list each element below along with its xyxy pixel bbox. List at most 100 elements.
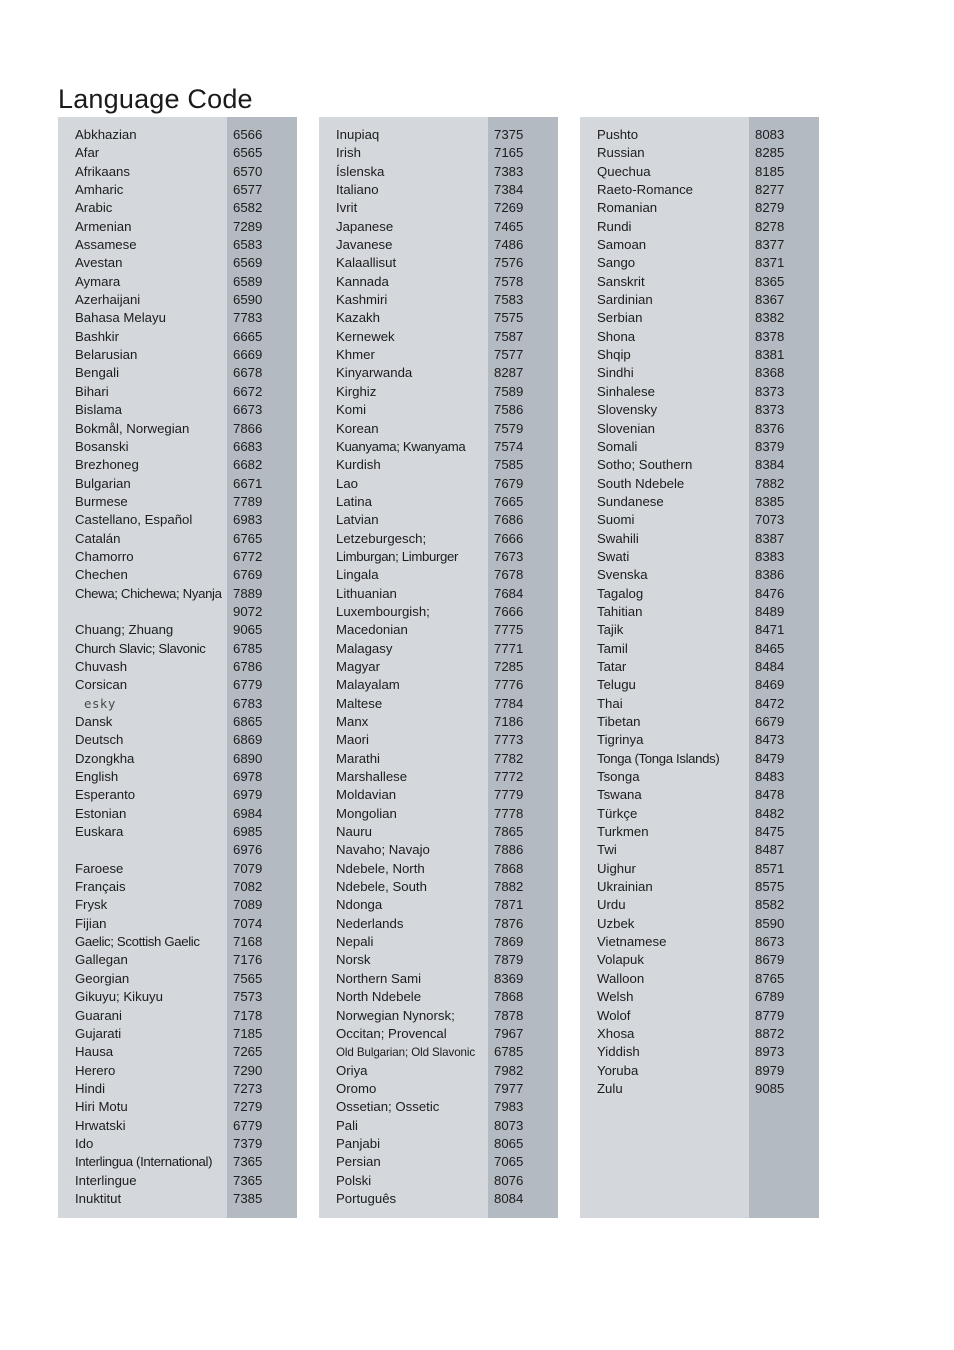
language-code: 6570	[233, 163, 263, 179]
language-code: 8489	[755, 603, 785, 619]
language-name: Yiddish	[597, 1044, 640, 1060]
language-row: Gaelic; Scottish Gaelic 7168	[58, 933, 297, 951]
language-name: Bosanski	[75, 438, 129, 454]
language-row: Lithuanian 7684	[319, 585, 558, 603]
language-row: Pali 8073	[319, 1117, 558, 1135]
language-name: Slovenian	[597, 420, 655, 436]
language-code: 7385	[233, 1190, 263, 1206]
language-code: 7577	[494, 347, 524, 363]
language-code: 7771	[494, 640, 524, 656]
language-code: 7290	[233, 1062, 263, 1078]
language-name: Abkhazian	[75, 127, 137, 142]
language-code: 6983	[233, 512, 263, 528]
language-name: Nepali	[336, 934, 374, 950]
language-row: Persian 7065	[319, 1153, 558, 1171]
language-code: 6783	[233, 695, 263, 711]
language-code: 6672	[233, 383, 263, 399]
language-code: 7579	[494, 420, 524, 436]
language-row: esky 6783	[58, 695, 297, 713]
language-name: Kinyarwanda	[336, 365, 413, 381]
language-code: 7686	[494, 512, 524, 528]
language-code: 8369	[494, 970, 524, 986]
language-name: Vietnamese	[597, 934, 667, 950]
language-name: Mongolian	[336, 805, 397, 821]
language-code: 7586	[494, 402, 524, 418]
language-rows-3: Pushto 8083 Russian 8285 Quechua 8185 Raeto-Ro…	[580, 126, 819, 1098]
language-row: Maori 7773	[319, 731, 558, 749]
language-code: 7365	[233, 1154, 263, 1170]
language-name: Somali	[597, 438, 638, 454]
language-code: 8279	[755, 200, 785, 216]
language-name: Norsk	[336, 952, 371, 968]
language-name: Navaho; Navajo	[336, 842, 430, 858]
language-name: Afrikaans	[75, 163, 130, 179]
language-row: Tajik 8471	[580, 621, 819, 639]
language-name: North Ndebele	[336, 989, 422, 1005]
language-name: Hrwatski	[75, 1117, 126, 1133]
language-code: 7665	[494, 493, 524, 509]
language-code: 7185	[233, 1025, 263, 1041]
language-row: Abkhazian 6566	[58, 126, 297, 144]
language-name: Shqip	[597, 347, 631, 363]
language-name: Serbian	[597, 310, 643, 326]
language-row: Chamorro 6772	[58, 548, 297, 566]
language-name: Marathi	[336, 750, 380, 766]
language-code: 7779	[494, 787, 524, 803]
language-code: 7679	[494, 475, 524, 491]
language-code: 7773	[494, 732, 524, 748]
language-row: Bulgarian 6671	[58, 475, 297, 493]
language-row: Ivrit 7269	[319, 199, 558, 217]
language-row: Javanese 7486	[319, 236, 558, 254]
language-row: Herero 7290	[58, 1062, 297, 1080]
language-row: Sinhalese 8373	[580, 383, 819, 401]
language-name: Tsonga	[597, 769, 640, 785]
language-row: Quechua 8185	[580, 163, 819, 181]
language-row: Xhosa 8872	[580, 1025, 819, 1043]
language-code: 7168	[233, 934, 263, 950]
language-row: Sango 8371	[580, 254, 819, 272]
language-name: Wolof	[597, 1007, 631, 1023]
language-row: Occitan; Provencal 7967	[319, 1025, 558, 1043]
language-code: 8382	[755, 310, 785, 326]
language-name: Thai	[597, 695, 623, 711]
language-row: Urdu 8582	[580, 896, 819, 914]
language-row: Welsh 6789	[580, 988, 819, 1006]
language-row: Aymara 6589	[58, 273, 297, 291]
language-name: Romanian	[597, 200, 658, 216]
language-row: Bashkir 6665	[58, 328, 297, 346]
language-code: 7868	[494, 860, 524, 876]
language-name: Chechen	[75, 567, 128, 583]
language-code: 6786	[233, 658, 263, 674]
language-name: Bengali	[75, 365, 119, 381]
language-code: 8673	[755, 934, 785, 950]
language-code: 7265	[233, 1044, 263, 1060]
language-name: Gujarati	[75, 1025, 122, 1041]
language-code: 6582	[233, 200, 263, 216]
language-code: 8278	[755, 218, 785, 234]
language-name: Fijian	[75, 915, 107, 931]
language-code: 8083	[755, 127, 785, 142]
language-code: 6779	[233, 677, 263, 693]
language-name: Yoruba	[597, 1062, 639, 1078]
language-row: Tahitian 8489	[580, 603, 819, 621]
language-name: Chamorro	[75, 548, 134, 564]
language-name: Tajik	[597, 622, 624, 638]
language-name: Inupiaq	[336, 127, 380, 142]
language-code: 7789	[233, 493, 263, 509]
language-name: Twi	[597, 842, 617, 858]
language-name: Chuang; Zhuang	[75, 622, 174, 638]
language-name: English	[75, 769, 119, 785]
language-name: Turkmen	[597, 824, 649, 840]
language-row: Polski 8076	[319, 1172, 558, 1190]
language-row: Latvian 7686	[319, 511, 558, 529]
language-row: Brezhoneg 6682	[58, 456, 297, 474]
language-name: Manx	[336, 714, 369, 729]
language-row: Mongolian 7778	[319, 805, 558, 823]
language-row: Esperanto 6979	[58, 786, 297, 804]
language-code: 8385	[755, 493, 785, 509]
language-row: Sindhi 8368	[580, 364, 819, 382]
language-code: 8476	[755, 585, 785, 601]
language-code: 7082	[233, 879, 263, 895]
language-code: 7079	[233, 860, 263, 876]
language-code: 6985	[233, 824, 263, 840]
